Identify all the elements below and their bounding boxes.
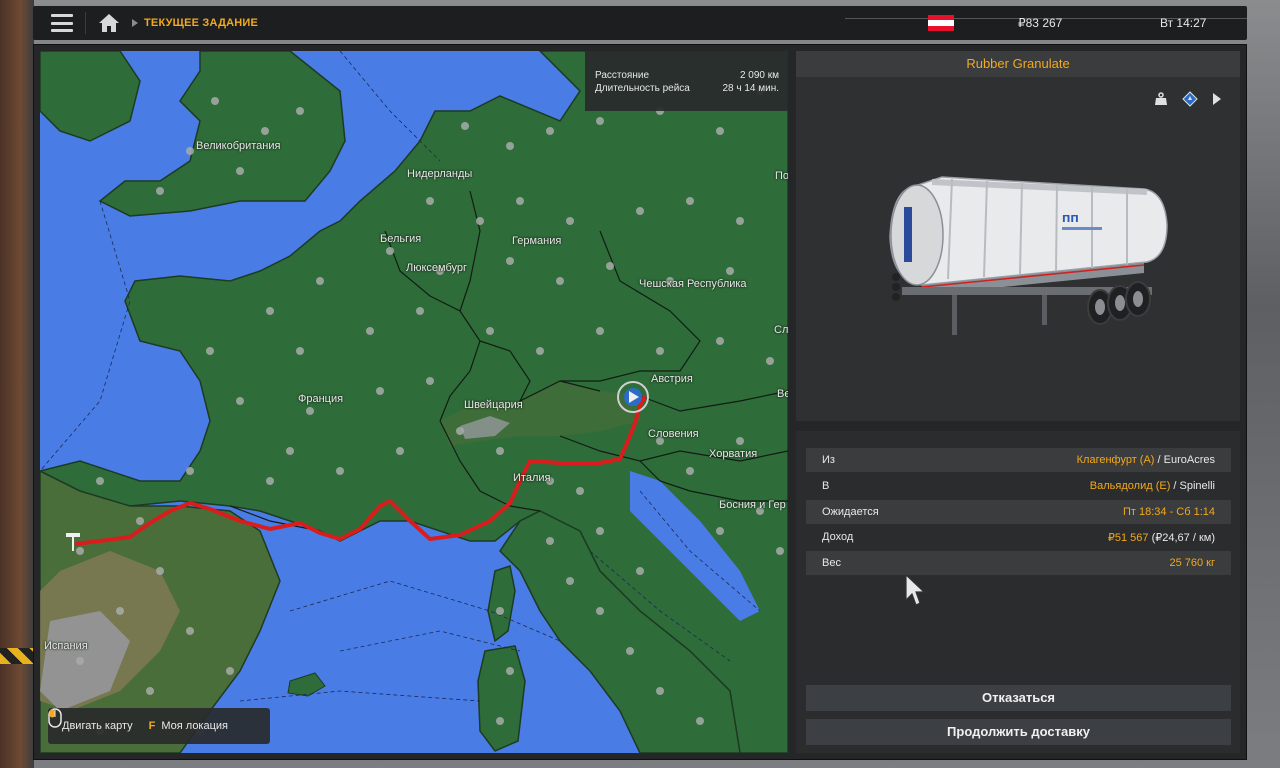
map-label-austria: Австрия xyxy=(651,373,693,385)
home-icon[interactable] xyxy=(96,12,122,34)
game-clock: Вт 14:27 xyxy=(1160,16,1207,30)
map-label-germany: Германия xyxy=(512,235,562,247)
breadcrumb-arrow-icon xyxy=(132,19,138,27)
income-label: Доход xyxy=(822,531,854,543)
continue-delivery-button[interactable]: Продолжить доставку xyxy=(806,719,1231,745)
tanker-trailer-image: ΠΠ xyxy=(889,176,1168,335)
map-canvas xyxy=(40,51,788,753)
route-info-box: Расстояние 2 090 км Длительность рейса 2… xyxy=(585,51,788,111)
map-label-poland-partial: По xyxy=(775,170,788,182)
map-label-bosnia: Босния и Гер xyxy=(719,499,786,511)
map-label-switzerland: Швейцария xyxy=(464,399,523,411)
map-label-netherlands: Нидерланды xyxy=(407,168,473,180)
divider xyxy=(85,12,86,34)
from-company: / EuroAcres xyxy=(1154,454,1215,466)
to-company: / Spinelli xyxy=(1170,480,1215,492)
detail-row-income: Доход ₽51 567 (₽24,67 / км) xyxy=(806,525,1231,549)
map-controls-hint: Двигать карту F Моя локация xyxy=(48,708,270,744)
to-label: В xyxy=(822,480,830,492)
map-label-luxembourg: Люксембург xyxy=(406,262,468,274)
play-arrow-icon[interactable] xyxy=(1212,92,1222,106)
key-f-hint: F xyxy=(148,720,156,732)
map-label-spain: Испания xyxy=(44,640,88,652)
weight-label: Вес xyxy=(822,557,841,569)
move-map-hint: Двигать карту xyxy=(62,720,133,732)
to-city: Вальядолид (E) xyxy=(1089,480,1171,492)
distance-label: Расстояние xyxy=(595,70,650,81)
expected-label: Ожидается xyxy=(822,506,879,518)
map-label-croatia: Хорватия xyxy=(709,448,758,460)
detail-row-expected: Ожидается Пт 18:34 - Сб 1:14 xyxy=(806,500,1231,524)
weight-value: 25 760 кг xyxy=(1169,557,1215,569)
hazard-diamond-icon xyxy=(1182,91,1198,107)
money-balance: ₽83 267 xyxy=(1018,16,1063,30)
menu-hamburger-icon[interactable] xyxy=(51,14,73,32)
mouse-cursor-icon xyxy=(905,574,926,606)
map-label-france: Франция xyxy=(298,393,344,405)
top-bar: ТЕКУЩЕЕ ЗАДАНИЕ ₽83 267 Вт 14:27 xyxy=(33,6,1247,40)
map-label-uk: Великобритания xyxy=(196,140,281,152)
background-hazard-stripe xyxy=(0,648,34,664)
detail-row-from: Из Клагенфурт (A) / EuroAcres xyxy=(806,448,1231,472)
duration-label: Длительность рейса xyxy=(595,83,690,94)
detail-row-to: В Вальядолид (E) / Spinelli xyxy=(806,474,1231,498)
map-label-hungary-partial: Ве xyxy=(777,388,788,400)
distance-value: 2 090 км xyxy=(739,70,779,81)
weight-icon xyxy=(1155,92,1167,105)
detail-row-weight: Вес 25 760 кг xyxy=(806,551,1231,575)
from-city: Клагенфурт (A) xyxy=(1076,454,1155,466)
map-label-italy: Италия xyxy=(513,472,551,484)
income-value: ₽51 567 xyxy=(1107,531,1149,544)
route-map[interactable]: Великобритания Нидерланды Бельгия Люксем… xyxy=(40,51,788,753)
expected-value: Пт 18:34 - Сб 1:14 xyxy=(1122,506,1215,518)
duration-value: 28 ч 14 мин. xyxy=(722,83,779,94)
map-label-slovakia-partial: Сл xyxy=(774,324,788,336)
svg-text:ΠΠ: ΠΠ xyxy=(1062,214,1079,225)
map-label-belgium: Бельгия xyxy=(380,233,422,245)
my-location-hint[interactable]: Моя локация xyxy=(161,720,228,732)
from-label: Из xyxy=(822,454,835,466)
country-flag-austria xyxy=(928,15,954,31)
decline-button[interactable]: Отказаться xyxy=(806,685,1231,711)
cargo-name: Rubber Granulate xyxy=(796,51,1240,77)
breadcrumb-current: ТЕКУЩЕЕ ЗАДАНИЕ xyxy=(144,17,259,29)
income-rate: (₽24,67 / км) xyxy=(1148,531,1215,544)
map-label-czech: Чешская Республика xyxy=(639,278,747,290)
job-details: Из Клагенфурт (A) / EuroAcres В Вальядол… xyxy=(796,431,1240,753)
mouse-icon xyxy=(48,708,62,728)
cargo-preview: ΠΠ xyxy=(796,77,1240,421)
map-label-slovenia: Словения xyxy=(648,428,699,440)
